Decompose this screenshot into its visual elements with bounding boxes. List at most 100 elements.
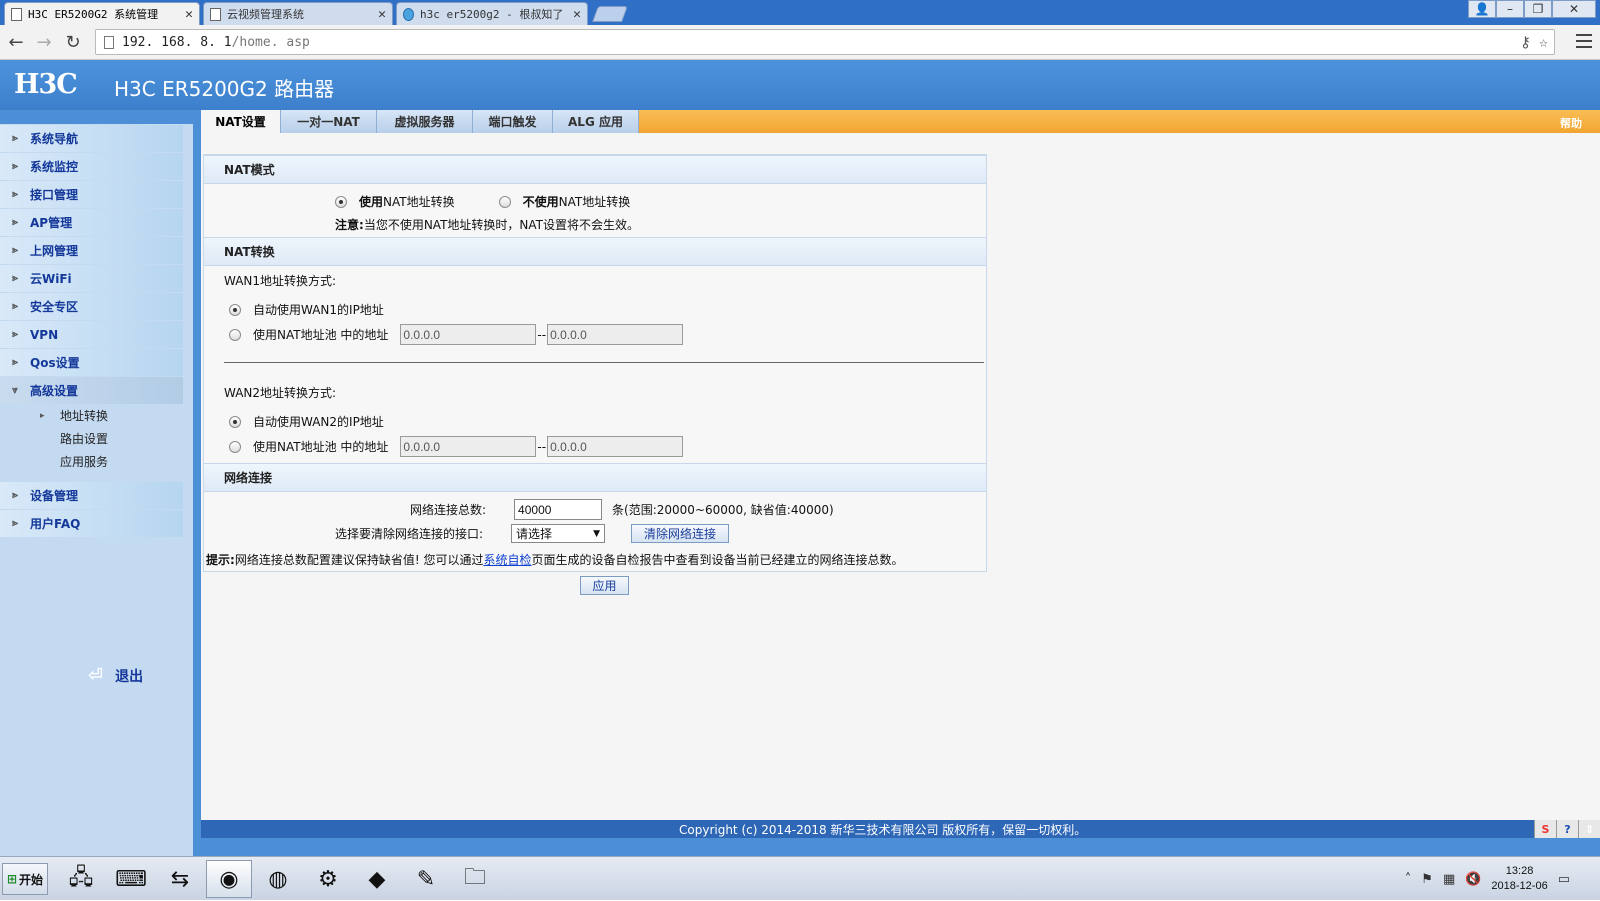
expand-arrow-icon: ⪢ bbox=[12, 490, 18, 501]
wan1-pool-end-input[interactable]: 0.0.0.0 bbox=[547, 324, 684, 345]
submenu-item-route[interactable]: 路由设置 bbox=[40, 427, 193, 450]
scroll-arrows-icon[interactable]: ⇕ bbox=[1578, 820, 1600, 838]
wan1-pool-start-input[interactable]: 0.0.0.0 bbox=[400, 324, 537, 345]
connection-total-input[interactable]: 40000 bbox=[514, 499, 603, 520]
no-nat-radio[interactable] bbox=[498, 195, 511, 208]
sidebar-item-interface[interactable]: ⪢ 接口管理 bbox=[0, 181, 183, 208]
use-nat-radio[interactable] bbox=[335, 195, 347, 208]
close-icon[interactable]: ✕ bbox=[573, 7, 581, 22]
sidebar-item-qos[interactable]: ⪢ Qos设置 bbox=[0, 349, 183, 376]
sidebar-item-faq[interactable]: ⪢ 用户FAQ bbox=[0, 510, 183, 537]
tray-expand-icon[interactable]: ˄ bbox=[1405, 872, 1412, 887]
paint-app-icon[interactable]: ✎ bbox=[403, 860, 449, 898]
tab-nat-settings[interactable]: NAT设置 bbox=[201, 110, 281, 133]
submenu-item-label: 应用服务 bbox=[60, 455, 109, 469]
close-icon[interactable]: ✕ bbox=[378, 7, 386, 22]
media-app-icon[interactable]: ◆ bbox=[354, 860, 400, 898]
minimize-button[interactable]: – bbox=[1496, 0, 1524, 18]
wan1-auto-radio[interactable] bbox=[229, 303, 241, 316]
new-tab-button[interactable] bbox=[592, 6, 628, 22]
start-button[interactable]: ⊞ 开始 bbox=[2, 863, 48, 895]
logout-link[interactable]: ⏎ 退出 bbox=[88, 665, 143, 686]
ime-sogou-icon[interactable]: S bbox=[1534, 820, 1556, 838]
sidebar-item-device[interactable]: ⪢ 设备管理 bbox=[0, 482, 183, 509]
sidebar-item-label: 高级设置 bbox=[30, 384, 79, 398]
network-app-icon[interactable]: 🖧 bbox=[58, 860, 104, 898]
logout-label: 退出 bbox=[115, 668, 144, 685]
network-tray-icon[interactable]: ▦ bbox=[1443, 872, 1455, 887]
sidebar-item-label: 系统监控 bbox=[30, 160, 79, 174]
tab-bar: NAT设置 一对一NAT 虚拟服务器 端口触发 ALG 应用 帮助 bbox=[201, 110, 1600, 133]
tip-before: 网络连接总数配置建议保持缺省值! 您可以通过 bbox=[234, 553, 484, 567]
settings-gear-icon[interactable]: ⚙ bbox=[305, 860, 351, 898]
tab-alg[interactable]: ALG 应用 bbox=[553, 110, 639, 133]
sidebar-item-monitor[interactable]: ⪢ 系统监控 bbox=[0, 153, 183, 180]
omnibox-actions: ⚷ ☆ bbox=[1520, 33, 1548, 51]
browser-tab-title: H3C ER5200G2 系统管理 bbox=[28, 8, 159, 21]
page-title: H3C ER5200G2 路由器 bbox=[114, 77, 335, 101]
show-desktop-icon[interactable]: ▭ bbox=[1558, 872, 1570, 887]
user-icon[interactable]: 👤 bbox=[1468, 0, 1496, 18]
nat-settings-panel: NAT模式 使用 NAT地址转换 不使用 NAT地址转换 注意: 当您不使用NAT… bbox=[203, 154, 987, 572]
sidebar-item-internet[interactable]: ⪢ 上网管理 bbox=[0, 237, 183, 264]
wan1-pool-radio[interactable] bbox=[229, 328, 241, 341]
help-link[interactable]: 帮助 bbox=[1560, 115, 1582, 131]
volume-muted-icon[interactable]: 🔇 bbox=[1465, 872, 1481, 887]
chrome-icon[interactable]: ◉ bbox=[206, 860, 252, 898]
expand-arrow-icon: ⪢ bbox=[12, 329, 18, 340]
powershell-icon[interactable]: ⌨ bbox=[108, 860, 154, 898]
browser-tab-router[interactable]: H3C ER5200G2 系统管理 ✕ bbox=[4, 2, 200, 25]
tab-one-to-one-nat[interactable]: 一对一NAT bbox=[281, 110, 377, 133]
expand-arrow-icon: ⪢ bbox=[12, 273, 18, 284]
key-icon[interactable]: ⚷ bbox=[1520, 33, 1531, 51]
tab-virtual-server[interactable]: 虚拟服务器 bbox=[377, 110, 473, 133]
browser-menu-icon[interactable] bbox=[1576, 34, 1592, 48]
taskbar: ⊞ 开始 🖧 ⌨ ⇆ ◉ ◍ ⚙ ◆ ✎ 🗀 ˄ ⚑ ▦ 🔇 13:28 201… bbox=[0, 856, 1600, 900]
browser-tab-search[interactable]: h3c er5200g2 - 根叔知了 ✕ bbox=[396, 2, 588, 25]
clock[interactable]: 13:28 2018-12-06 bbox=[1491, 864, 1547, 894]
bookmark-star-icon[interactable]: ☆ bbox=[1539, 33, 1548, 51]
browser-app-icon[interactable]: ◍ bbox=[255, 860, 301, 898]
wan2-auto-radio[interactable] bbox=[229, 415, 241, 428]
nat-mode-note: 注意: 当您不使用NAT地址转换时，NAT设置将不会生效。 bbox=[335, 216, 639, 233]
folder-icon[interactable]: 🗀 bbox=[452, 860, 498, 898]
help-circle-icon[interactable]: ? bbox=[1556, 820, 1578, 838]
submenu-item-service[interactable]: 应用服务 bbox=[40, 450, 193, 473]
sidebar-item-security[interactable]: ⪢ 安全专区 bbox=[0, 293, 183, 320]
forward-button[interactable]: → bbox=[34, 32, 54, 53]
wan2-pool-start-input[interactable]: 0.0.0.0 bbox=[400, 436, 537, 457]
wan2-pool-radio[interactable] bbox=[229, 440, 241, 453]
wan1-pool-option: 使用NAT地址池 中的地址 0.0.0.0 -- 0.0.0.0 bbox=[229, 324, 684, 345]
flag-icon[interactable]: ⚑ bbox=[1421, 872, 1433, 887]
address-bar[interactable]: 192. 168. 8. 1/home. asp ⚷ ☆ bbox=[95, 29, 1555, 55]
sidebar-item-ap[interactable]: ⪢ AP管理 bbox=[0, 209, 183, 236]
current-arrow-icon: ▸ bbox=[40, 410, 45, 421]
expand-arrow-icon: ⪢ bbox=[12, 217, 18, 228]
interface-select[interactable]: 请选择 ▼ bbox=[511, 524, 606, 543]
sidebar-item-advanced[interactable]: ⩔ 高级设置 bbox=[0, 377, 183, 404]
submenu-item-nat[interactable]: ▸ 地址转换 bbox=[40, 404, 193, 427]
reload-button[interactable]: ↻ bbox=[63, 32, 83, 53]
sidebar-item-label: 用户FAQ bbox=[30, 517, 81, 531]
sidebar-item-nav[interactable]: ⪢ 系统导航 bbox=[0, 125, 183, 152]
sidebar-item-vpn[interactable]: ⪢ VPN bbox=[0, 321, 183, 348]
wan2-pool-end-input[interactable]: 0.0.0.0 bbox=[547, 436, 684, 457]
sidebar-item-cloudwifi[interactable]: ⪢ 云WiFi bbox=[0, 265, 183, 292]
sidebar-top-strip bbox=[0, 110, 193, 124]
teamviewer-icon[interactable]: ⇆ bbox=[157, 860, 203, 898]
self-check-link[interactable]: 系统自检 bbox=[483, 551, 531, 568]
expand-arrow-icon: ⪢ bbox=[12, 189, 18, 200]
apply-button[interactable]: 应用 bbox=[580, 576, 629, 595]
close-icon[interactable]: ✕ bbox=[185, 7, 193, 22]
tab-port-trigger[interactable]: 端口触发 bbox=[473, 110, 553, 133]
connection-total-row: 网络连接总数: 40000 条(范围:20000~60000, 缺省值:4000… bbox=[410, 499, 834, 520]
wan-divider bbox=[224, 362, 984, 363]
close-window-button[interactable]: ✕ bbox=[1552, 0, 1596, 18]
back-button[interactable]: ← bbox=[6, 32, 26, 53]
clear-connections-row: 选择要清除网络连接的接口: 请选择 ▼ 清除网络连接 bbox=[335, 524, 730, 543]
restore-button[interactable]: ❐ bbox=[1524, 0, 1552, 18]
expand-arrow-icon: ⪢ bbox=[12, 245, 18, 256]
browser-tab-video[interactable]: 云视频管理系统 ✕ bbox=[203, 2, 393, 25]
clear-connections-button[interactable]: 清除网络连接 bbox=[631, 524, 730, 543]
